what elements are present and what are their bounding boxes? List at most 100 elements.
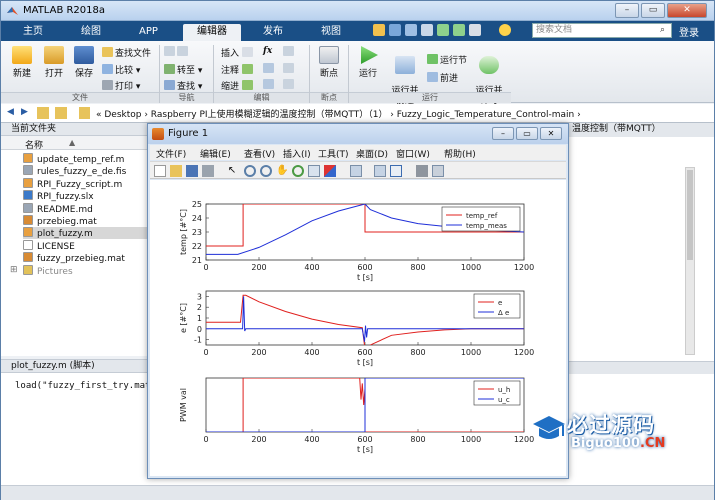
tab-home[interactable]: 主页 [9, 24, 57, 41]
search-icon[interactable]: ⌕ [660, 25, 665, 35]
rotate-icon[interactable] [292, 165, 304, 177]
forward-arrow-icon[interactable]: ▶ [21, 107, 28, 117]
save-figure-icon[interactable] [186, 165, 198, 177]
pan-icon[interactable]: ✋ [276, 165, 288, 177]
tab-apps[interactable]: APP [125, 24, 172, 41]
tab-view[interactable]: 视图 [307, 24, 355, 41]
figure-minimize-button[interactable]: – [492, 127, 514, 140]
quick-paste-icon[interactable] [421, 24, 433, 36]
expand-icon[interactable]: ⊞ [10, 265, 18, 275]
quick-cut-icon[interactable] [389, 24, 401, 36]
print-button[interactable]: 打印 ▾ [102, 79, 140, 92]
pointer-icon[interactable]: ↖ [226, 165, 238, 177]
print-figure-icon[interactable] [202, 165, 214, 177]
login-link[interactable]: 登录 [679, 24, 699, 39]
brush-icon[interactable] [324, 165, 336, 177]
figure-close-button[interactable]: ✕ [540, 127, 562, 140]
file-item[interactable]: README.md [23, 202, 148, 215]
folder-up-icon[interactable] [37, 107, 49, 119]
figure-menu-item[interactable]: 编辑(E) [200, 147, 231, 160]
maximize-button[interactable]: ▭ [641, 3, 665, 18]
quick-undo-icon[interactable] [437, 24, 449, 36]
hide-plot-tools-icon[interactable] [416, 165, 428, 177]
file-column-header[interactable]: 名称 ▲ [1, 136, 148, 151]
breakpoints-button[interactable]: 断点 [313, 46, 345, 79]
tab-editor[interactable]: 编辑器 [183, 24, 241, 41]
find-button[interactable]: 查找 ▾ [164, 79, 202, 92]
breakpoints-icon [319, 46, 339, 64]
scroll-thumb[interactable] [687, 170, 693, 260]
compare-button[interactable]: 比较 ▾ [102, 63, 140, 76]
edit-tools-3[interactable] [283, 79, 296, 91]
nav-back-forward[interactable] [164, 46, 190, 58]
tab-plots[interactable]: 绘图 [67, 24, 115, 41]
comment-percent-button[interactable] [263, 63, 276, 75]
y-tick-label: -1 [194, 336, 202, 345]
file-item[interactable]: plot_fuzzy.m [23, 227, 148, 240]
fx-button[interactable]: fx [263, 46, 272, 56]
close-button[interactable]: ✕ [667, 3, 707, 18]
legend-icon[interactable] [390, 165, 402, 177]
search-input[interactable]: 搜索文档 [532, 23, 672, 38]
new-figure-icon[interactable] [154, 165, 166, 177]
find-files-button[interactable]: 查找文件 [102, 46, 151, 59]
percent-icon [263, 63, 274, 73]
colorbar-icon[interactable] [374, 165, 386, 177]
comment-button[interactable]: 注释 [221, 63, 255, 76]
insert-button[interactable]: 插入 [221, 46, 255, 59]
figure-menu-item[interactable]: 窗口(W) [396, 147, 430, 160]
zoom-in-icon[interactable] [244, 165, 256, 177]
folder-item[interactable]: ⊞ Pictures [10, 264, 148, 277]
new-button[interactable]: 新建 [5, 46, 39, 79]
browse-folder-icon[interactable] [55, 107, 67, 119]
file-item[interactable]: rules_fuzzy_e_de.fis [23, 165, 148, 177]
file-item[interactable]: fuzzy_przebieg.mat [23, 252, 148, 264]
file-list: update_temp_ref.m rules_fuzzy_e_de.fis RPI… [1, 150, 148, 356]
x-tick-label: 200 [251, 435, 266, 444]
details-panel: load("fuzzy_first_try.mat"); [1, 373, 167, 500]
figure-window[interactable]: Figure 1 – ▭ ✕ 文件(F) 编辑(E) 查看(V) 插入(I) 工具(T)… [147, 123, 569, 479]
new-icon [12, 46, 32, 64]
edit-tools-2[interactable] [283, 63, 296, 75]
data-cursor-icon[interactable] [308, 165, 320, 177]
file-icon [23, 227, 33, 238]
edit-tools-1[interactable] [283, 46, 296, 58]
file-item[interactable]: LICENSE [23, 239, 148, 252]
figure-maximize-button[interactable]: ▭ [516, 127, 538, 140]
figure-menu-item[interactable]: 查看(V) [244, 147, 275, 160]
tab-publish[interactable]: 发布 [249, 24, 297, 41]
quick-copy-icon[interactable] [405, 24, 417, 36]
figure-menu-item[interactable]: 帮助(H) [444, 147, 476, 160]
open-file-icon[interactable] [170, 165, 182, 177]
help-icon[interactable] [499, 24, 511, 36]
figure-menu-item[interactable]: 文件(F) [156, 147, 186, 160]
save-button[interactable]: 保存 [69, 46, 99, 79]
y-axis-label: e [#°C] [179, 303, 188, 333]
legend-label: temp_meas [466, 222, 507, 230]
goto-button[interactable]: 转至 ▾ [164, 63, 202, 76]
indent-button[interactable]: 缩进 [221, 79, 255, 92]
quick-switch-icon[interactable] [469, 24, 481, 36]
editor-scrollbar[interactable] [685, 167, 695, 355]
open-button[interactable]: 打开 [39, 46, 69, 79]
run-section-button[interactable]: 运行节 [427, 53, 467, 66]
current-path[interactable]: « Desktop › Raspberry PI上使用模糊逻辑的温度控制（带MQ… [96, 107, 581, 120]
figure-menu-item[interactable]: 桌面(D) [356, 147, 388, 160]
advance-button[interactable]: 前进 [427, 71, 458, 84]
minimize-button[interactable]: – [615, 3, 639, 18]
quick-redo-icon[interactable] [453, 24, 465, 36]
zoom-out-icon[interactable] [260, 165, 272, 177]
file-item[interactable]: przebieg.mat [23, 215, 148, 227]
figure-menu-item[interactable]: 工具(T) [318, 147, 349, 160]
run-button[interactable]: 运行 [353, 46, 383, 79]
edit-tool-icon [283, 46, 294, 56]
file-item[interactable]: RPI_fuzzy.slx [23, 190, 148, 202]
file-item[interactable]: update_temp_ref.m [23, 153, 148, 165]
figure-menu-item[interactable]: 插入(I) [283, 147, 311, 160]
link-plot-icon[interactable] [350, 165, 362, 177]
uncomment-button[interactable] [263, 79, 276, 91]
show-plot-tools-icon[interactable] [432, 165, 444, 177]
quick-save-icon[interactable] [373, 24, 385, 36]
file-item[interactable]: RPI_Fuzzy_script.m [23, 177, 148, 190]
back-arrow-icon[interactable]: ◀ [7, 107, 14, 117]
